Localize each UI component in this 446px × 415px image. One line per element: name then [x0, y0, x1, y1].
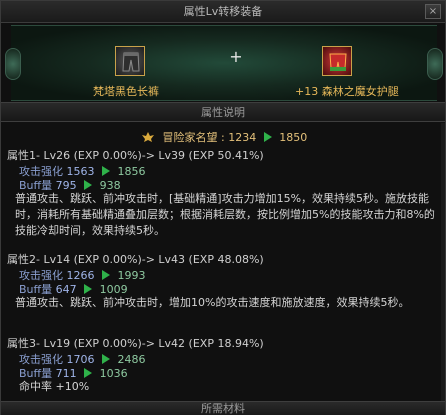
attribute-3-extra: 命中率 +10% [19, 380, 90, 393]
arrow-right-icon [102, 354, 110, 364]
fame-icon [142, 132, 154, 142]
panel-right-cap [427, 48, 443, 80]
attribute-transfer-window: 属性Lv转移装备 × + 梵塔黑色长裤 +13 森林之魔女护腿 属性说明 冒险家… [0, 0, 446, 415]
section-header-description: 属性说明 [1, 102, 445, 122]
window-title-bar: 属性Lv转移装备 × [1, 1, 445, 23]
attribute-2-description: 普通攻击、跳跃、前冲攻击时，增加10%的攻击速度和施放速度，效果持续5秒。 [15, 296, 410, 309]
section-header-materials: 所需材料 [1, 401, 445, 415]
red-leggings-icon [329, 53, 347, 71]
attribute-2-title: 属性2- Lv14 (EXP 0.00%)-> Lv43 (EXP 48.08%… [7, 253, 264, 266]
arrow-right-icon [84, 368, 93, 378]
target-item-name: +13 森林之魔女护腿 [295, 85, 399, 98]
fame-row: 冒险家名望 : 1234 1850 [141, 129, 307, 145]
arrow-right-icon [102, 166, 110, 176]
panel-left-cap [5, 48, 21, 80]
source-item-name: 梵塔黑色长裤 [93, 85, 159, 98]
target-item-slot[interactable] [322, 46, 352, 76]
black-pants-icon [122, 52, 140, 72]
attribute-1-title: 属性1- Lv26 (EXP 0.00%)-> Lv39 (EXP 50.41%… [7, 149, 264, 162]
attribute-1-description: 普通攻击、跳跃、前冲攻击时，[基础精通]攻击力增加15%，效果持续5秒。施放技能… [15, 192, 435, 237]
attribute-3-title: 属性3- Lv19 (EXP 0.00%)-> Lv42 (EXP 18.94%… [7, 337, 264, 350]
plus-sign: + [229, 47, 243, 66]
arrow-right-icon [84, 180, 93, 190]
arrow-right-icon [84, 284, 93, 294]
fame-new-value: 1850 [279, 131, 308, 144]
fame-label: 冒险家名望 : 1234 [162, 131, 257, 144]
window-title: 属性Lv转移装备 [183, 5, 263, 18]
attribute-description-area: 冒险家名望 : 1234 1850 属性1- Lv26 (EXP 0.00%)-… [1, 123, 445, 401]
transfer-panel: + 梵塔黑色长裤 +13 森林之魔女护腿 [5, 25, 443, 101]
arrow-right-icon [263, 132, 272, 142]
arrow-right-icon [102, 270, 110, 280]
scrollbar[interactable] [441, 123, 445, 401]
source-item-slot[interactable] [115, 46, 145, 76]
stat-to: 1856 [117, 165, 146, 178]
close-button[interactable]: × [425, 4, 441, 19]
